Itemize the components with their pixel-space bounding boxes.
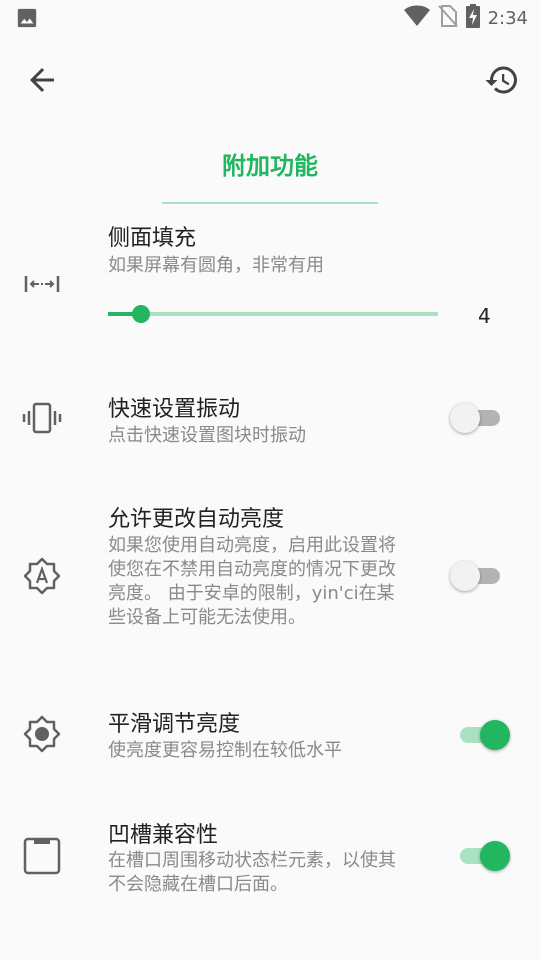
page-title: 附加功能 [222,152,318,180]
auto-brightness-desc: 如果您使用自动亮度，启用此设置将使您在不禁用自动亮度的情况下更改亮度。 由于安卓… [108,535,396,628]
notch-compat-title: 凹槽兼容性 [108,823,219,848]
notch-icon [22,836,62,876]
side-padding-slider[interactable] [108,305,438,323]
restore-icon [485,66,517,94]
smooth-brightness-switch[interactable] [450,719,510,751]
arrow-back-icon [30,68,54,92]
auto-brightness-title: 允许更改自动亮度 [108,507,285,532]
qs-vibration-title: 快速设置振动 [108,397,241,422]
qs-vibration-switch[interactable] [450,402,502,434]
brightness-auto-icon [22,556,62,596]
app-bar [0,44,540,116]
image-icon [16,7,38,33]
auto-brightness-switch[interactable] [450,560,502,592]
no-sim-icon [437,4,458,32]
slider-thumb[interactable] [132,305,150,323]
side-padding-desc: 如果屏幕有圆角，非常有用 [108,255,324,276]
wifi-icon [403,5,430,31]
title-divider [162,202,378,204]
status-time: 2:34 [487,7,528,29]
smooth-brightness-desc: 使亮度更容易控制在较低水平 [108,740,342,761]
notch-compat-switch[interactable] [450,840,510,872]
brightness-icon [22,714,62,754]
qs-vibration-desc: 点击快速设置图块时振动 [108,425,306,446]
notch-compat-desc: 在槽口周围移动状态栏元素，以使其不会隐藏在槽口后面。 [108,850,396,895]
back-button[interactable] [24,62,60,98]
status-bar: 2:34 [0,0,540,36]
horizontal-padding-icon [22,264,62,304]
smooth-brightness-title: 平滑调节亮度 [108,712,241,737]
side-padding-title: 侧面填充 [108,226,197,251]
side-padding-value: 4 [478,304,491,328]
reset-button[interactable] [484,62,520,98]
battery-charging-icon [465,4,480,32]
vibration-icon [22,398,62,438]
